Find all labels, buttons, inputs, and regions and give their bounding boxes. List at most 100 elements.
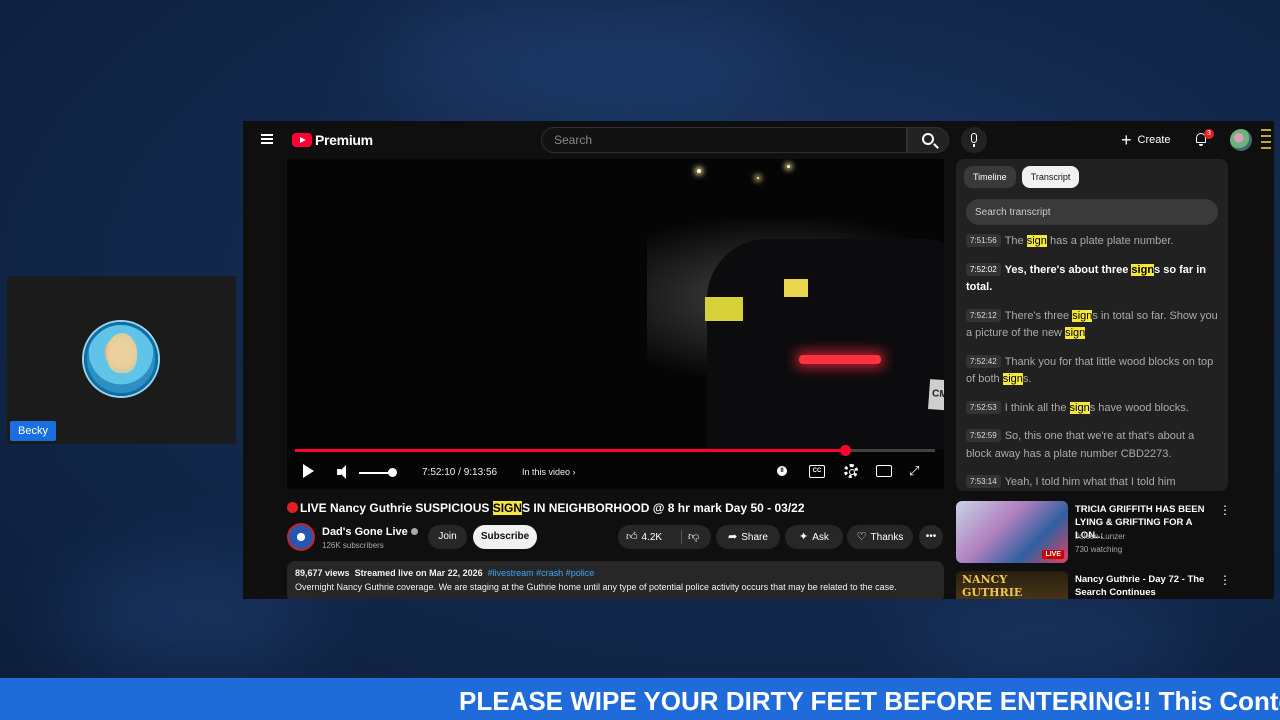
search-match-highlight: sign: [1026, 235, 1047, 247]
join-button[interactable]: Join: [428, 525, 467, 549]
video-frame-car: [707, 239, 944, 449]
transcript-search-input[interactable]: [966, 199, 1218, 225]
account-avatar[interactable]: [1230, 129, 1252, 151]
transcript-search[interactable]: [966, 199, 1218, 225]
ask-button[interactable]: ✦ Ask: [785, 525, 843, 549]
autoplay-toggle-icon[interactable]: II: [777, 466, 787, 476]
segment-text: Yes, there's about three: [1004, 263, 1132, 276]
video-thumbnail[interactable]: LIVE: [956, 501, 1068, 563]
search-button[interactable]: [907, 127, 949, 153]
thumbs-down-icon[interactable]: 👎︎: [688, 525, 699, 549]
microphone-icon: [971, 133, 977, 147]
volume-icon[interactable]: [337, 465, 351, 479]
ticker-text: PLEASE WIPE YOUR DIRTY FEET BEFORE ENTER…: [459, 686, 1280, 716]
segment-timestamp[interactable]: 7:52:59: [966, 429, 1001, 442]
transcript-segment[interactable]: 7:52:12 There's three signs in total so f…: [966, 308, 1218, 343]
live-dot-icon: [287, 502, 298, 513]
segment-text: Yeah, I told him what that I told him: [1004, 476, 1176, 488]
search-icon: [922, 133, 934, 145]
channel-avatar[interactable]: [287, 523, 315, 551]
create-button[interactable]: + Create: [1121, 130, 1171, 150]
panel-tabs: Timeline Transcript: [964, 166, 1080, 188]
segment-timestamp[interactable]: 7:52:53: [966, 400, 1001, 414]
background-glow: [380, 0, 800, 120]
tab-timeline[interactable]: Timeline: [964, 166, 1016, 188]
search-input[interactable]: [542, 128, 906, 152]
thanks-button[interactable]: ♡ Thanks: [847, 525, 913, 549]
video-frame-taillight: [799, 355, 881, 364]
segment-timestamp[interactable]: 7:51:56: [966, 234, 1001, 247]
youtube-window: Premium + Create 3 CM59847: [243, 121, 1274, 599]
volume-slider-knob[interactable]: [388, 468, 397, 477]
recommended-channel[interactable]: Joleen Lunzer: [1075, 532, 1125, 541]
heart-dollar-icon: ♡: [856, 531, 867, 543]
logo-text[interactable]: Premium: [315, 132, 373, 148]
verified-icon: [410, 528, 418, 535]
settings-gear-icon[interactable]: [844, 464, 858, 478]
channel-name[interactable]: Dad's Gone Live: [322, 526, 418, 538]
news-ticker: PLEASE WIPE YOUR DIRTY FEET BEFORE ENTER…: [0, 678, 1280, 720]
segment-timestamp[interactable]: 7:52:02: [966, 262, 1001, 276]
more-actions-button[interactable]: •••: [919, 525, 943, 549]
video-frame-license-plate: CM59847: [928, 379, 944, 413]
tab-transcript[interactable]: Transcript: [1021, 166, 1080, 188]
fullscreen-icon[interactable]: ⤢: [909, 463, 919, 479]
youtube-logo-icon[interactable]: [292, 133, 312, 147]
segment-timestamp[interactable]: 7:53:14: [966, 475, 1001, 488]
segment-timestamp[interactable]: 7:52:42: [966, 354, 1001, 368]
description-meta: 89,677 views Streamed live on Mar 22, 20…: [295, 568, 595, 578]
captions-icon[interactable]: CC: [809, 465, 825, 478]
plus-icon: +: [1121, 130, 1132, 150]
transcript-segment[interactable]: 7:53:14 Yeah, I told him what that I told…: [966, 474, 1218, 491]
recommended-viewers: 730 watching: [1075, 545, 1123, 554]
more-options-icon[interactable]: ⋮: [1219, 573, 1231, 587]
recommended-title[interactable]: Nancy Guthrie - Day 72 - The Search Cont…: [1075, 573, 1215, 599]
segment-text: s have wood blocks.: [1089, 401, 1189, 414]
search-match-highlight: sign: [1069, 401, 1090, 414]
recommended-video[interactable]: NANCY GUTHRIE Nancy Guthrie - Day 72 - T…: [956, 571, 1231, 599]
recommended-video[interactable]: LIVE TRICIA GRIFFITH HAS BEEN LYING & GR…: [956, 501, 1231, 567]
live-badge: LIVE: [1042, 550, 1064, 559]
segment-timestamp[interactable]: 7:52:12: [966, 308, 1001, 322]
time-display: 7:52:10 / 9:13:56: [422, 467, 498, 478]
create-label: Create: [1137, 134, 1171, 146]
menu-icon[interactable]: [261, 134, 273, 144]
sparkle-icon: ✦: [799, 531, 809, 543]
player-controls: 7:52:10 / 9:13:56 In this video › II CC …: [287, 459, 944, 487]
progress-fill: [295, 449, 846, 452]
webcam-avatar: [84, 322, 158, 396]
transcript-segments: 7:51:56 The sign has a plate plate number…: [966, 233, 1218, 491]
description-text: Overnight Nancy Guthrie coverage. We are…: [295, 582, 897, 592]
play-icon[interactable]: [303, 464, 314, 478]
hashtags[interactable]: #livestream #crash #police: [488, 568, 595, 578]
chapter-button[interactable]: In this video ›: [522, 467, 576, 477]
progress-bar[interactable]: [295, 445, 935, 456]
search-match-highlight: sign: [1002, 373, 1023, 385]
segment-text: s.: [1022, 373, 1032, 385]
video-thumbnail[interactable]: NANCY GUTHRIE: [956, 571, 1068, 599]
search-box[interactable]: [541, 127, 907, 153]
transcript-segment[interactable]: 7:52:59 So, this one that we're at that's…: [966, 428, 1218, 463]
thumbs-up-icon: 👍︎: [626, 531, 638, 543]
video-title: LIVE Nancy Guthrie SUSPICIOUS SIGNS IN N…: [287, 501, 805, 515]
transcript-segment[interactable]: 7:52:02 Yes, there's about three signs so…: [966, 262, 1218, 297]
theater-mode-icon[interactable]: [876, 465, 892, 477]
share-button[interactable]: ➦ Share: [716, 525, 780, 549]
progress-scrubber[interactable]: [840, 445, 852, 456]
webcam-name-tag: Becky: [10, 421, 56, 441]
subscribe-button[interactable]: Subscribe: [473, 525, 537, 549]
transcript-segment[interactable]: 7:52:53 I think all the signs have wood b…: [966, 400, 1218, 418]
transcript-segment[interactable]: 7:52:42 Thank you for that little wood bl…: [966, 354, 1218, 389]
description-box[interactable]: 89,677 views Streamed live on Mar 22, 20…: [287, 561, 944, 599]
notification-count-badge: 3: [1204, 129, 1214, 139]
transcript-panel: Timeline Transcript 7:51:56The sign has …: [956, 159, 1228, 491]
more-options-icon[interactable]: ⋮: [1219, 503, 1231, 517]
background-glow: [900, 600, 1200, 680]
share-icon: ➦: [728, 531, 738, 543]
like-button[interactable]: 👍︎ 4.2K 👎︎: [618, 525, 711, 549]
segment-text: has a plate plate number.: [1046, 235, 1174, 247]
transcript-segment[interactable]: 7:51:56 The sign has a plate plate number…: [966, 233, 1218, 251]
video-player[interactable]: CM59847 7:52:10 / 9:13:56 In this video …: [287, 159, 944, 489]
search-match-highlight: sign: [1072, 309, 1093, 322]
voice-search-button[interactable]: [961, 127, 987, 153]
